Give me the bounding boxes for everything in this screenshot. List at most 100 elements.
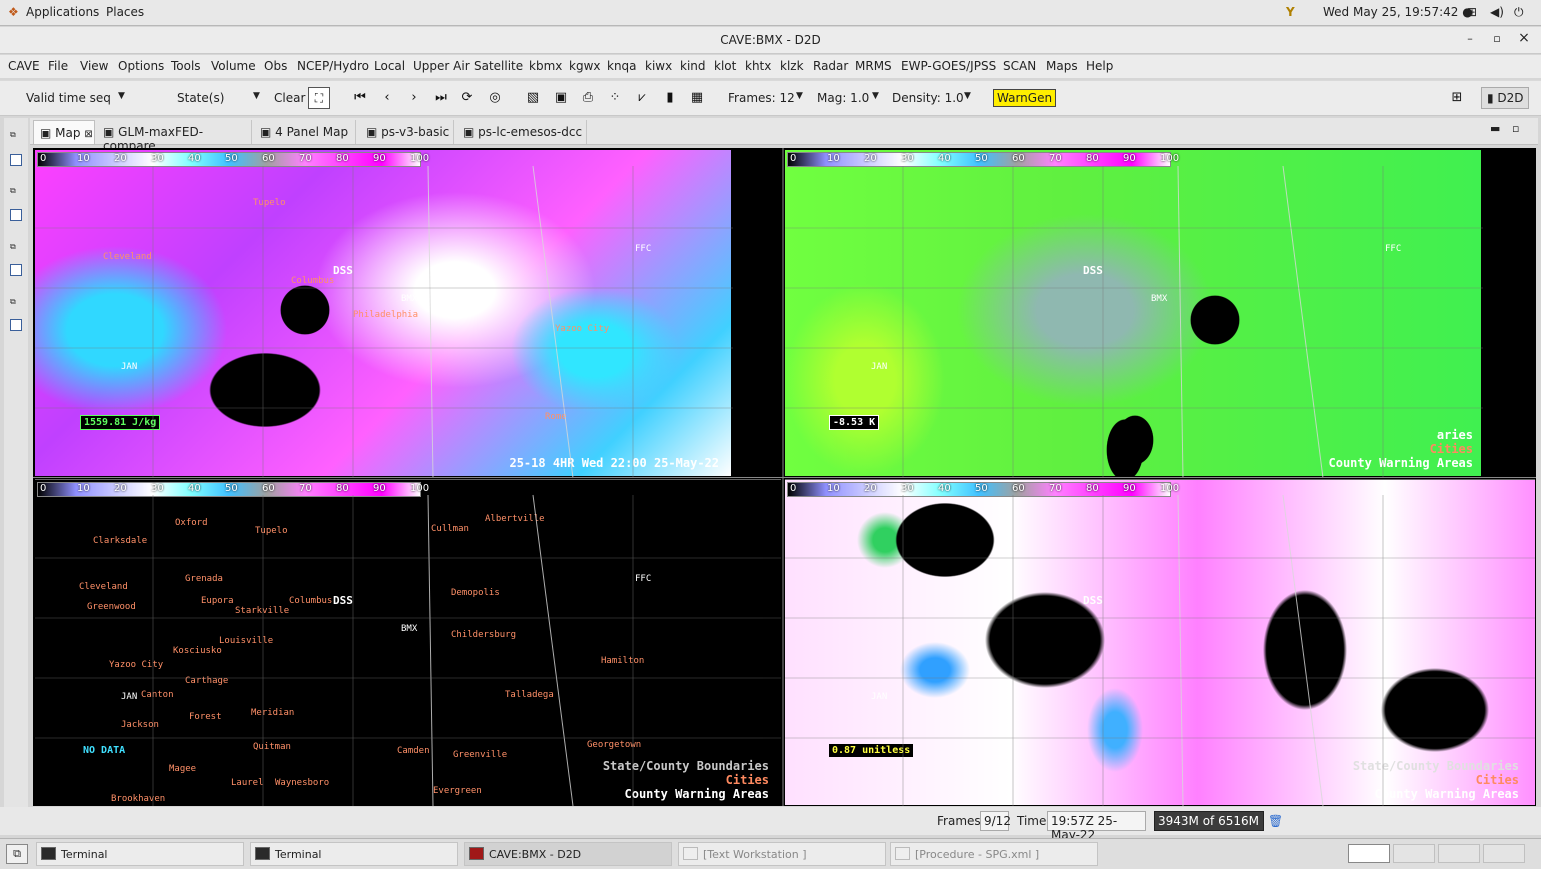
- task-terminal-1[interactable]: Terminal: [36, 842, 244, 866]
- clock[interactable]: Wed May 25, 19:57:42 ●: [1323, 5, 1473, 19]
- workspace-4[interactable]: [1483, 844, 1525, 863]
- menu-scan[interactable]: SCAN: [1003, 59, 1036, 73]
- task-terminal-2[interactable]: Terminal: [250, 842, 458, 866]
- menu-tools[interactable]: Tools: [171, 59, 201, 73]
- d2d-perspective-button[interactable]: ▮ D2D: [1481, 87, 1529, 109]
- task-procedure[interactable]: [Procedure - SPG.xml ]: [890, 842, 1098, 866]
- menu-maps[interactable]: Maps: [1046, 59, 1078, 73]
- map-tab-icon: ▣: [103, 125, 119, 139]
- image-properties-icon[interactable]: ▧: [525, 91, 541, 105]
- menu-obs[interactable]: Obs: [264, 59, 287, 73]
- panel-icon[interactable]: [10, 154, 22, 166]
- tab-glm-maxfed-compare[interactable]: ▣ GLM-maxFED-compare: [97, 120, 252, 153]
- memory-usage: 3943M of 6516M: [1154, 811, 1264, 831]
- trash-icon[interactable]: 🗑: [1268, 814, 1283, 828]
- loop-properties-icon[interactable]: ◎: [487, 91, 503, 105]
- menu-ncep-hydro[interactable]: NCEP/Hydro: [297, 59, 369, 73]
- step-back-icon[interactable]: ‹: [379, 91, 395, 105]
- time-value: 19:57Z 25-May-22: [1047, 811, 1146, 842]
- tab-ps-lc-emesos-dcc[interactable]: ▣ ps-lc-emesos-dcc: [457, 120, 587, 144]
- workspace-3[interactable]: [1438, 844, 1480, 863]
- first-frame-icon[interactable]: ⏮: [352, 91, 368, 105]
- menu-help[interactable]: Help: [1086, 59, 1113, 73]
- density-dropdown[interactable]: Density: 1.0: [892, 91, 964, 105]
- window-titlebar: CAVE:BMX - D2D – ▫ ×: [0, 27, 1541, 54]
- network-icon[interactable]: ⊞: [1467, 5, 1477, 19]
- states-dropdown[interactable]: State(s): [177, 91, 224, 105]
- menu-bar: CAVE File View Options Tools Volume Obs …: [0, 55, 1541, 78]
- zoom-extent-icon[interactable]: ⛶: [308, 87, 330, 109]
- menu-volume[interactable]: Volume: [211, 59, 256, 73]
- show-desktop-icon[interactable]: ⧉: [6, 844, 28, 864]
- loop-icon[interactable]: ⟳: [459, 91, 475, 105]
- map-tab-icon: ▣: [366, 125, 382, 139]
- close-tab-icon[interactable]: ⊠: [84, 129, 92, 140]
- menu-knqa[interactable]: knqa: [607, 59, 637, 73]
- task-text-workstation[interactable]: [Text Workstation ]: [678, 842, 886, 866]
- menu-view[interactable]: View: [80, 59, 108, 73]
- task-cave[interactable]: CAVE:BMX - D2D: [464, 842, 672, 866]
- menu-local[interactable]: Local: [374, 59, 405, 73]
- minimize-button[interactable]: –: [1462, 32, 1478, 45]
- restore-icon[interactable]: ⧉: [10, 130, 18, 139]
- menu-kbmx[interactable]: kbmx: [529, 59, 562, 73]
- notification-icon[interactable]: Y: [1286, 5, 1295, 19]
- clear-button[interactable]: Clear: [274, 91, 305, 105]
- menu-cave[interactable]: CAVE: [8, 59, 40, 73]
- applications-icon[interactable]: ❖: [8, 5, 19, 19]
- menu-upper-air[interactable]: Upper Air: [413, 59, 470, 73]
- points-icon[interactable]: ⁘: [607, 91, 623, 105]
- menu-options[interactable]: Options: [118, 59, 164, 73]
- maximize-button[interactable]: ▫: [1489, 32, 1505, 45]
- tab-map[interactable]: ▣ Map ⊠: [33, 120, 95, 144]
- panel-icon[interactable]: [10, 319, 22, 331]
- print-icon[interactable]: ⎙: [580, 91, 596, 105]
- perspective-icon[interactable]: ⊞: [1449, 91, 1465, 105]
- state-border-al-ga: [1282, 165, 1324, 479]
- tab-4-panel-map[interactable]: ▣ 4 Panel Map: [254, 120, 356, 144]
- chevron-down-icon[interactable]: ▼: [253, 91, 260, 101]
- chevron-down-icon[interactable]: ▼: [872, 91, 879, 101]
- chevron-down-icon[interactable]: ▼: [796, 91, 803, 101]
- tab-ps-v3-basic[interactable]: ▣ ps-v3-basic: [360, 120, 454, 144]
- warngen-button[interactable]: WarnGen: [993, 89, 1057, 107]
- maximize-view-button[interactable]: ▫: [1512, 122, 1519, 135]
- close-button[interactable]: ×: [1516, 30, 1532, 46]
- minimize-view-button[interactable]: ▬: [1490, 122, 1500, 135]
- restore-icon[interactable]: ⧉: [10, 186, 18, 195]
- menu-kind[interactable]: kind: [680, 59, 706, 73]
- menu-kiwx[interactable]: kiwx: [645, 59, 672, 73]
- menu-kgwx[interactable]: kgwx: [569, 59, 600, 73]
- menu-khtx[interactable]: khtx: [745, 59, 771, 73]
- power-icon[interactable]: ⏻: [1514, 5, 1524, 20]
- tab-label: ps-v3-basic: [381, 125, 450, 139]
- workspace-1[interactable]: [1348, 844, 1390, 863]
- chevron-down-icon[interactable]: ▼: [118, 91, 125, 101]
- restore-icon[interactable]: ⧉: [10, 242, 18, 251]
- window-icon: [895, 847, 910, 860]
- panel-icon[interactable]: [10, 264, 22, 276]
- step-forward-icon[interactable]: ›: [406, 91, 422, 105]
- menu-satellite[interactable]: Satellite: [474, 59, 523, 73]
- chevron-down-icon[interactable]: ▼: [964, 91, 971, 101]
- baseline-icon[interactable]: ⩗: [634, 91, 650, 105]
- menu-ewp-goes-jpss[interactable]: EWP-GOES/JPSS: [901, 59, 996, 73]
- last-frame-icon[interactable]: ⏭: [433, 91, 449, 105]
- menu-klzk[interactable]: klzk: [780, 59, 804, 73]
- four-panel-icon[interactable]: ▦: [689, 91, 705, 105]
- workspace-2[interactable]: [1393, 844, 1435, 863]
- places-menu[interactable]: Places: [106, 5, 144, 19]
- single-panel-icon[interactable]: ▮: [662, 91, 678, 105]
- restore-icon[interactable]: ⧉: [10, 297, 18, 306]
- frames-dropdown[interactable]: Frames: 12: [728, 91, 795, 105]
- menu-mrms[interactable]: MRMS: [855, 59, 892, 73]
- menu-file[interactable]: File: [48, 59, 68, 73]
- magnification-dropdown[interactable]: Mag: 1.0: [817, 91, 869, 105]
- applications-menu[interactable]: Applications: [26, 5, 99, 19]
- valid-time-dropdown[interactable]: Valid time seq: [26, 91, 111, 105]
- panel-icon[interactable]: [10, 209, 22, 221]
- zoom-icon[interactable]: ▣: [553, 91, 569, 105]
- menu-klot[interactable]: klot: [714, 59, 736, 73]
- volume-icon[interactable]: ◀): [1490, 5, 1504, 19]
- menu-radar[interactable]: Radar: [813, 59, 848, 73]
